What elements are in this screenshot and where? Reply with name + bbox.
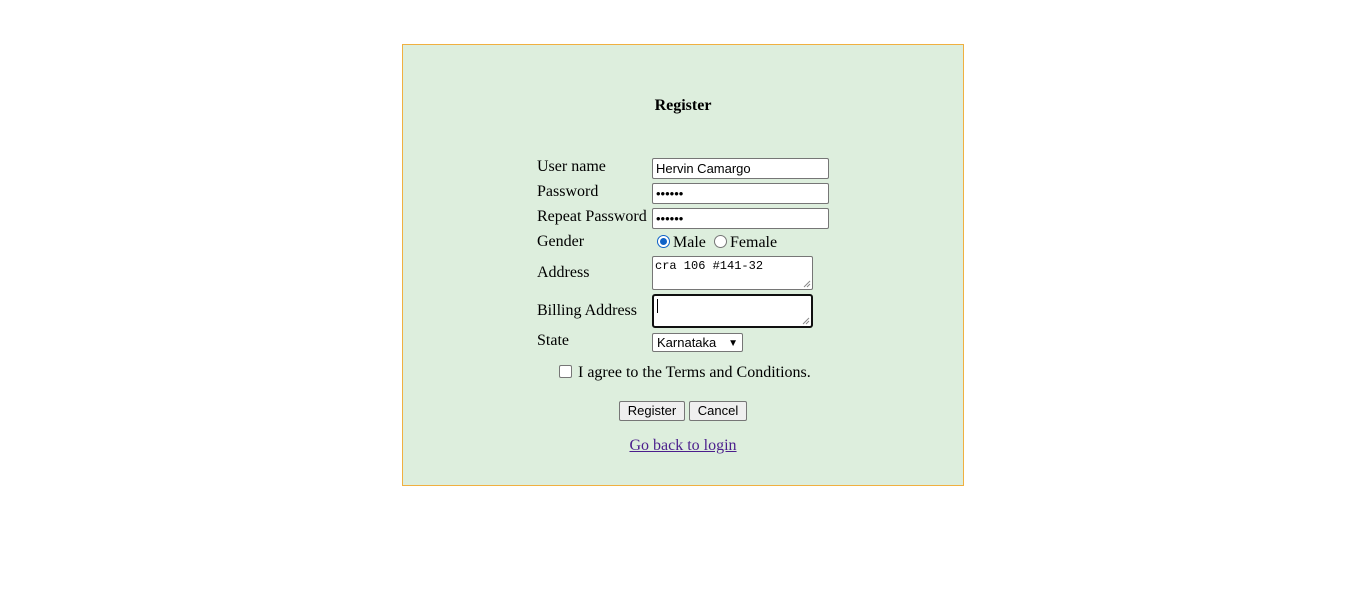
chevron-down-icon: ▼ [728,338,738,349]
resize-grip-icon[interactable] [802,317,810,325]
address-value: cra 106 #141-32 [655,259,764,273]
address-textarea[interactable]: cra 106 #141-32 [652,256,813,290]
username-input[interactable]: Hervin Camargo [652,158,829,179]
terms-label[interactable]: I agree to the Terms and Conditions. [578,364,811,382]
address-label: Address [537,264,590,281]
billing-address-label: Billing Address [537,302,638,319]
username-label: User name [537,158,606,175]
password-label: Password [537,183,599,200]
back-to-login-container: Go back to login [403,437,963,455]
billing-address-textarea[interactable] [652,294,813,328]
gender-label: Gender [537,233,585,250]
state-selected-value: Karnataka [657,335,717,350]
resize-grip-icon[interactable] [803,280,811,288]
gender-male-radio[interactable] [657,235,670,248]
gender-male-label[interactable]: Male [673,234,706,252]
repeat-password-input[interactable]: •••••• [652,208,829,229]
register-button[interactable]: Register [619,401,685,421]
gender-female-radio[interactable] [714,235,727,248]
back-to-login-link[interactable]: Go back to login [629,437,736,454]
state-select[interactable]: Karnataka ▼ [652,333,743,352]
cancel-button[interactable]: Cancel [689,401,747,421]
form-title: Register [654,97,712,114]
gender-female-label[interactable]: Female [730,234,777,252]
password-input[interactable]: •••••• [652,183,829,204]
state-label: State [537,332,569,349]
register-panel: Register User name Hervin Camargo Passwo… [402,44,964,486]
text-caret [657,299,658,313]
repeat-password-label: Repeat Password [537,208,647,225]
terms-checkbox[interactable] [559,365,572,378]
